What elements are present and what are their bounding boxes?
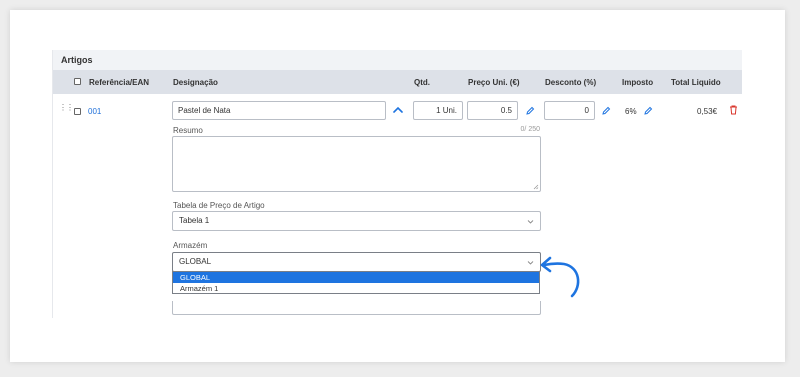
hidden-field[interactable] xyxy=(172,301,541,315)
warehouse-label: Armazém xyxy=(173,241,208,250)
summary-counter: 0/ 250 xyxy=(520,126,540,133)
resize-handle-icon[interactable] xyxy=(533,184,539,190)
unit-price-input[interactable]: 0.5 xyxy=(467,101,518,120)
section-title: Artigos xyxy=(53,50,742,70)
tax-value: 6% xyxy=(625,107,637,116)
select-all-checkbox[interactable] xyxy=(74,78,81,85)
price-table-label: Tabela de Preço de Artigo xyxy=(173,201,265,210)
drag-handle-icon[interactable]: ⋮⋮ xyxy=(59,104,74,112)
header-tax: Imposto xyxy=(622,78,654,87)
header-total: Total Liquido xyxy=(671,78,721,87)
chevron-down-icon xyxy=(527,220,534,224)
warehouse-option-armazem-1[interactable]: Armazém 1 xyxy=(173,283,539,294)
delete-trash-icon[interactable] xyxy=(729,105,738,115)
row-checkbox[interactable] xyxy=(74,108,81,115)
warehouse-value: GLOBAL xyxy=(179,257,212,266)
reference-link[interactable]: 001 xyxy=(88,107,101,116)
qty-input[interactable]: 1 Uni. xyxy=(413,101,463,120)
header-qty: Qtd. xyxy=(414,78,430,87)
articles-panel: Artigos Referência/EAN Designação Qtd. P… xyxy=(52,50,742,318)
chevron-down-icon xyxy=(527,261,534,265)
price-table-select[interactable]: Tabela 1 xyxy=(172,211,541,231)
price-table-value: Tabela 1 xyxy=(179,216,210,225)
header-discount: Desconto (%) xyxy=(545,78,597,87)
header-unit-price: Preço Uni. (€) xyxy=(468,78,520,87)
summary-textarea[interactable] xyxy=(172,136,541,192)
edit-discount-pencil-icon[interactable] xyxy=(601,106,611,116)
chevron-up-icon[interactable] xyxy=(393,106,403,114)
warehouse-option-global[interactable]: GLOBAL xyxy=(173,272,539,283)
summary-label: Resumo xyxy=(173,126,203,135)
warehouse-select[interactable]: GLOBAL xyxy=(172,252,541,272)
warehouse-dropdown: GLOBAL Armazém 1 xyxy=(172,271,540,294)
edit-tax-pencil-icon[interactable] xyxy=(643,106,653,116)
curved-arrow-icon xyxy=(540,256,580,298)
table-header: Referência/EAN Designação Qtd. Preço Uni… xyxy=(53,70,742,94)
designation-input[interactable]: Pastel de Nata xyxy=(172,101,386,120)
total-value: 0,53€ xyxy=(697,107,718,116)
header-reference: Referência/EAN xyxy=(89,78,150,87)
edit-price-pencil-icon[interactable] xyxy=(525,106,535,116)
header-designation: Designação xyxy=(173,78,218,87)
discount-input[interactable]: 0 xyxy=(544,101,595,120)
